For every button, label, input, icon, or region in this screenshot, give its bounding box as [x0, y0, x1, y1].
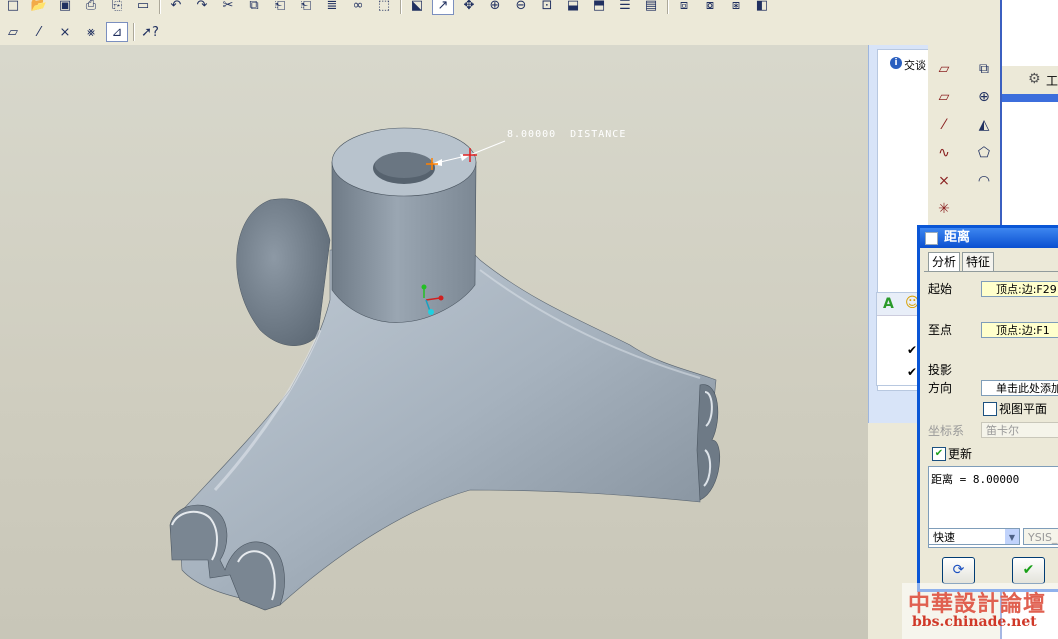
check-icon: ✔: [907, 365, 918, 379]
zoom-in-icon[interactable]: ⊕: [484, 0, 506, 15]
direction-field[interactable]: 单击此处添加: [981, 380, 1058, 396]
feature-toolbar: ⏥ ⧉ ▱ ⊕ ⁄ ◭ ∿ ⬠ ⨯ ◠ ✳: [928, 45, 1000, 245]
gear-icon[interactable]: ⚙: [1028, 71, 1041, 87]
part-model[interactable]: [0, 45, 868, 639]
binoculars-icon[interactable]: ∞: [347, 0, 369, 15]
distance-dimension-label: 8.00000 DISTANCE: [507, 129, 627, 140]
cut-icon[interactable]: ✂: [217, 0, 239, 15]
wireframe-icon[interactable]: ⧈: [673, 0, 695, 15]
coord-system-label: 坐标系: [928, 424, 965, 438]
revolve-icon[interactable]: ⊕: [974, 87, 994, 107]
check-icon: ✔: [1022, 562, 1035, 578]
extrude-icon[interactable]: ⧉: [974, 59, 994, 79]
send-icon[interactable]: ⎘: [106, 0, 128, 15]
window-icon[interactable]: ▭: [132, 0, 154, 15]
open-folder-icon[interactable]: 📂: [28, 0, 50, 15]
redo-icon[interactable]: ↷: [191, 0, 213, 15]
watermark: 中華設計論壇 bbs.chinade.net: [902, 583, 1058, 639]
zoom-out-icon[interactable]: ⊖: [510, 0, 532, 15]
axis-tool-icon[interactable]: ⁄: [934, 115, 954, 135]
surface-icon[interactable]: ◠: [974, 171, 994, 191]
info-icon: i: [890, 57, 902, 69]
tab-divider: [924, 271, 1058, 272]
update-label: 更新: [948, 447, 973, 461]
reorient-icon[interactable]: ⬓: [562, 0, 584, 15]
watermark-url: bbs.chinade.net: [912, 614, 1037, 630]
update-checkbox[interactable]: ✔: [932, 447, 946, 461]
window-toolbar: ⚙ 工: [1002, 66, 1058, 95]
graphics-viewport[interactable]: 8.00000 DISTANCE: [0, 45, 868, 639]
shading-icon[interactable]: ◧: [751, 0, 773, 15]
projection-label: 投影: [928, 363, 953, 377]
no-hidden-icon[interactable]: ⧆: [725, 0, 747, 15]
separator: [667, 0, 668, 14]
result-text: 距离 = 8.00000: [931, 473, 1020, 486]
main-toolbar: □ 📂 ▣ ⎙ ⎘ ▭ ↶ ↷ ✂ ⧉ ⎗ ⎗ ≣ ∞ ⬚ ⬕ ↗ ✥ ⊕ ⊖ …: [0, 0, 1000, 16]
mode-select[interactable]: 快速 ▼: [928, 528, 1020, 545]
csys-tool-icon[interactable]: ✳: [934, 199, 954, 219]
from-label: 起始: [928, 282, 953, 296]
point-tool-icon[interactable]: ⨯: [934, 171, 954, 191]
blend-icon[interactable]: ⬠: [974, 143, 994, 163]
spin-center-icon[interactable]: ↗: [432, 0, 454, 15]
tab-analysis[interactable]: 分析: [928, 252, 961, 271]
check-icon: ✔: [907, 343, 918, 357]
chevron-down-icon[interactable]: ▼: [1005, 529, 1019, 544]
curve-tool-icon[interactable]: ∿: [934, 143, 954, 163]
paste-icon[interactable]: ⎗: [269, 0, 291, 15]
from-field[interactable]: 顶点:边:F29: [981, 281, 1058, 297]
window-toolbar-label: 工: [1046, 74, 1058, 88]
dialog-icon: [925, 232, 938, 245]
datum-points-icon[interactable]: ⨯: [54, 22, 76, 42]
datum-plane-tool-icon[interactable]: ⏥: [934, 59, 954, 79]
refit-icon[interactable]: ⊡: [536, 0, 558, 15]
undo-icon[interactable]: ↶: [165, 0, 187, 15]
window-header-strip: [1002, 94, 1058, 102]
save-icon[interactable]: ▣: [54, 0, 76, 15]
orient-icon[interactable]: ✥: [458, 0, 480, 15]
repeat-button[interactable]: ⟳: [942, 557, 975, 584]
font-icon[interactable]: A: [883, 296, 894, 312]
dialog-title: 距离: [944, 230, 971, 245]
message-text: 交谈: [904, 59, 926, 72]
separator: [400, 0, 401, 14]
datum-display-toolbar: ⏥ ⁄ ⨯ ⨳ ⊿ ➚?: [0, 19, 1000, 45]
selection-box-icon[interactable]: ⬚: [373, 0, 395, 15]
dialog-title-bar[interactable]: 距离: [920, 228, 1058, 248]
coord-system-field: 笛卡尔: [981, 422, 1058, 438]
separator: [159, 0, 160, 14]
datum-axes-icon[interactable]: ⁄: [28, 22, 50, 42]
datum-planes-icon[interactable]: ⏥: [2, 22, 24, 42]
repeat-icon: ⟳: [952, 562, 965, 578]
regenerate-icon[interactable]: ≣: [321, 0, 343, 15]
tab-feature[interactable]: 特征: [962, 252, 995, 271]
analysis-name-field: YSIS_: [1023, 528, 1058, 545]
direction-label: 方向: [928, 381, 953, 395]
distance-dialog: 距离 分析 特征 起始 顶点:边:F29 至点 顶点:边:F1 投影 方向 单击…: [917, 225, 1058, 592]
saved-views-icon[interactable]: ⬒: [588, 0, 610, 15]
annotation-display-icon[interactable]: ⊿: [106, 22, 128, 42]
view-plane-checkbox[interactable]: [983, 402, 997, 416]
context-help-icon[interactable]: ➚?: [139, 22, 161, 42]
hidden-line-icon[interactable]: ⧇: [699, 0, 721, 15]
copy-icon[interactable]: ⧉: [243, 0, 265, 15]
ok-button[interactable]: ✔: [1012, 557, 1045, 584]
plane-icon[interactable]: ▱: [934, 87, 954, 107]
coordinate-systems-icon[interactable]: ⨳: [80, 22, 102, 42]
new-file-icon[interactable]: □: [2, 0, 24, 15]
print-icon[interactable]: ⎙: [80, 0, 102, 15]
repaint-icon[interactable]: ⬕: [406, 0, 428, 15]
separator: [133, 23, 134, 41]
layers-icon[interactable]: ☰: [614, 0, 636, 15]
paste-special-icon[interactable]: ⎗: [295, 0, 317, 15]
to-label: 至点: [928, 323, 953, 337]
mode-value: 快速: [933, 531, 955, 544]
to-field[interactable]: 顶点:边:F1: [981, 322, 1058, 338]
sweep-icon[interactable]: ◭: [974, 115, 994, 135]
view-plane-label: 视图平面: [999, 402, 1048, 416]
view-manager-icon[interactable]: ▤: [640, 0, 662, 15]
